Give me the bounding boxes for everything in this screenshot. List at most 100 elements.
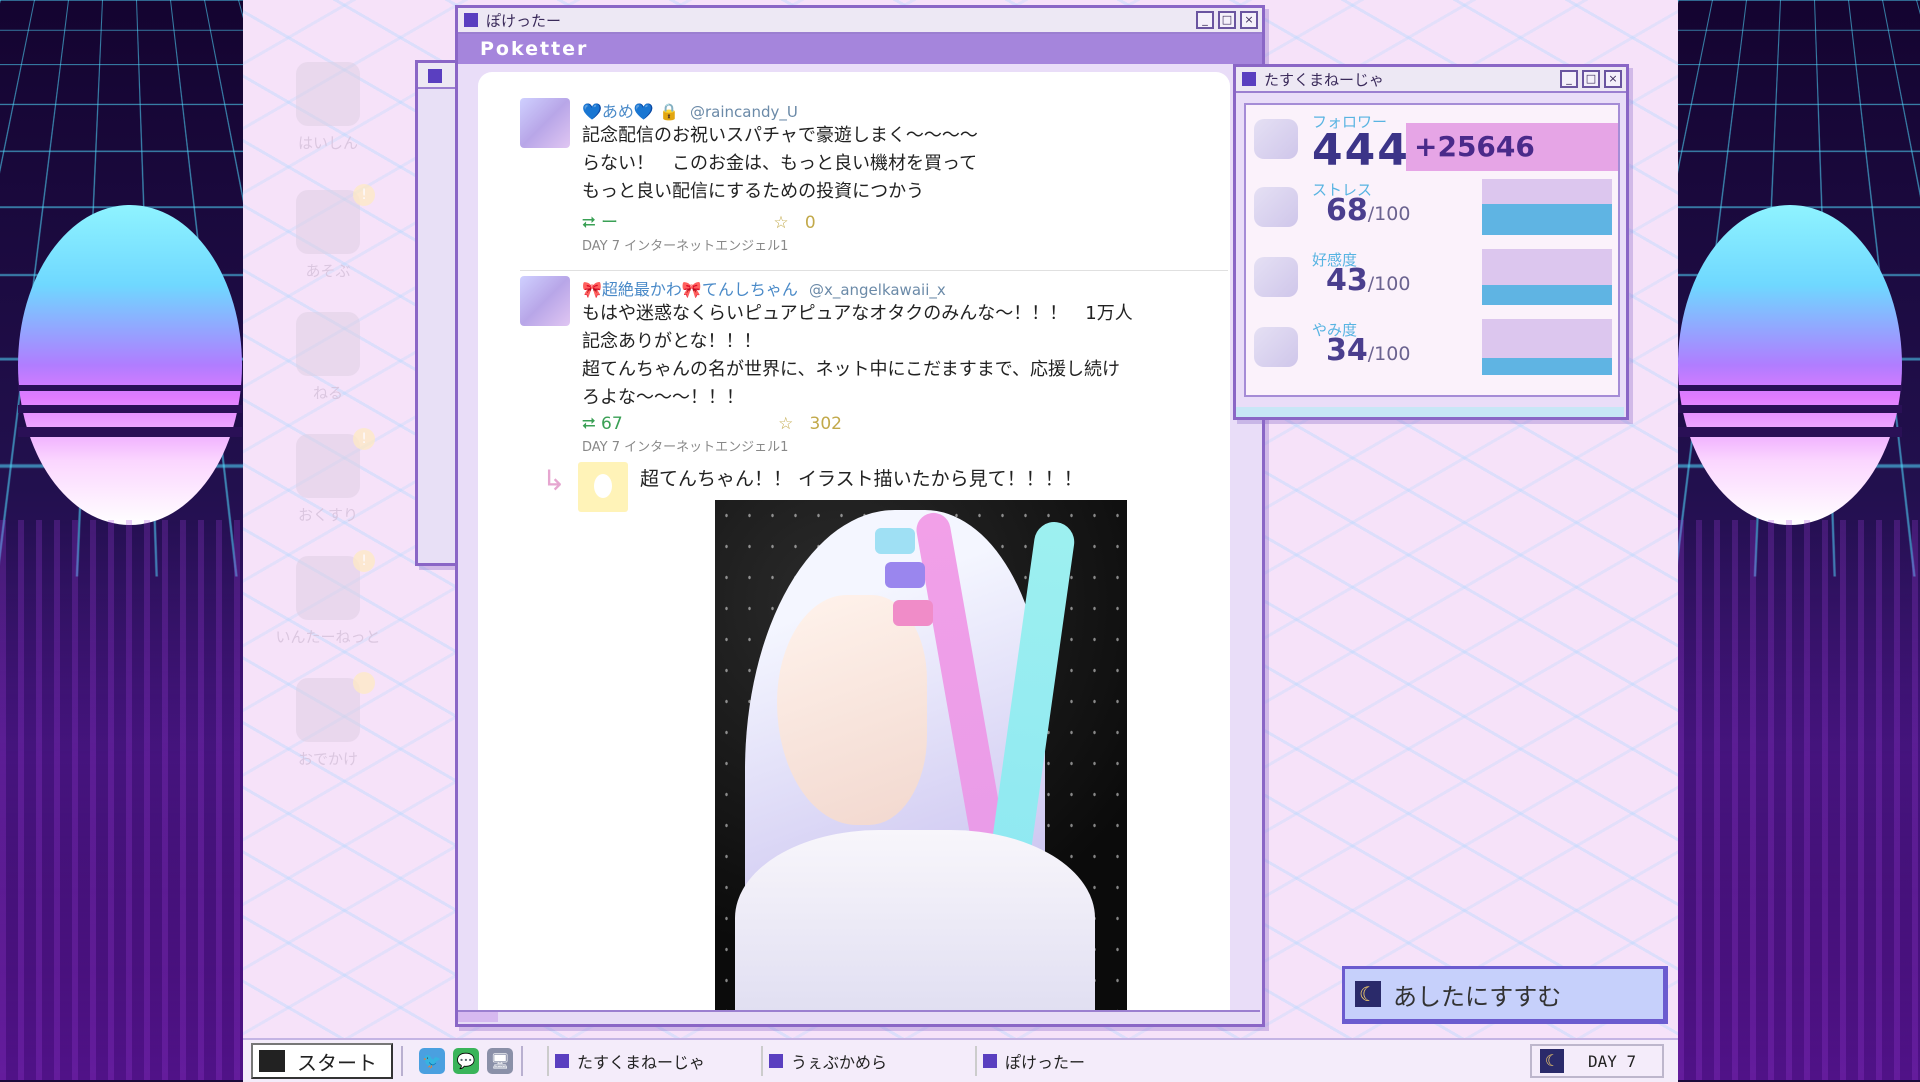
darkness-icon	[1254, 327, 1298, 367]
favorite-count: 0	[804, 213, 816, 233]
favorite-button[interactable]: ☆ 0	[773, 213, 815, 233]
task-label: ぽけったー	[1005, 1053, 1086, 1072]
window-icon	[464, 13, 478, 27]
poketter-titlebar[interactable]: ぽけったー _ □ ×	[458, 8, 1262, 34]
moon-icon: ☾	[1355, 981, 1381, 1007]
followers-row: フォロワー 444 +25646	[1246, 105, 1618, 176]
author-handle: @raincandy_U	[689, 103, 798, 121]
desktop-icon-label: おくすり	[297, 506, 358, 524]
attached-illustration[interactable]	[715, 500, 1127, 1014]
author-handle: @x_angelkawaii_x	[808, 281, 946, 299]
reply-arrow-icon: ↳	[542, 464, 566, 497]
window-title: ぽけったー	[486, 11, 562, 30]
tweet-date: DAY 7 インターネットエンジェル1	[582, 239, 789, 254]
alert-badge	[353, 672, 375, 694]
tweet-stats: ⮂ ー ☆ 0	[582, 208, 1202, 233]
retweet-button[interactable]: ⮂ ー	[582, 213, 618, 233]
retweet-count: 67	[601, 414, 623, 434]
egg-avatar[interactable]	[578, 462, 628, 512]
tweet-author[interactable]: 🎀超絶最かわ🎀てんしちゃん @x_angelkawaii_x	[582, 276, 1202, 300]
controller-icon	[296, 190, 360, 254]
alert-badge: !	[353, 428, 375, 450]
desktop-icon-label: いんたーねっと	[275, 628, 381, 646]
desktop-icon-goout[interactable]: おでかけ	[273, 672, 383, 769]
alert-badge: !	[353, 184, 375, 206]
avatar[interactable]	[520, 276, 570, 326]
next-day-button[interactable]: ☾ あしたにすすむ	[1342, 966, 1668, 1024]
tweet-date: DAY 7 インターネットエンジェル1	[582, 440, 789, 455]
desktop-icon-label: あそぶ	[305, 262, 351, 280]
avatar[interactable]	[520, 98, 570, 148]
followers-delta: +25646	[1406, 123, 1618, 171]
bird-icon[interactable]: 🐦	[419, 1048, 445, 1074]
desktop-icon-label: ねる	[312, 384, 343, 402]
stat-bar	[1482, 319, 1612, 375]
retweet-count: ー	[601, 213, 619, 233]
maximize-button[interactable]: □	[1218, 11, 1236, 29]
tweet-stats: ⮂ 67 ☆ 302	[582, 414, 1202, 434]
star-icon: ☆	[778, 414, 794, 434]
window-icon	[769, 1054, 783, 1068]
author-name: 🎀超絶最かわ🎀てんしちゃん	[582, 280, 798, 299]
poketter-window[interactable]: ぽけったー _ □ × Poketter 💙あめ💙 🔒 @raincandy_U…	[455, 5, 1265, 1027]
retro-sun-right	[1678, 205, 1902, 525]
start-logo-icon	[259, 1050, 285, 1072]
desktop-icon-internet[interactable]: ! いんたーねっと	[273, 550, 383, 647]
desktop-icon-play[interactable]: ! あそぶ	[273, 184, 383, 281]
desktop-icon-medicine[interactable]: ! おくすり	[273, 428, 383, 525]
stress-row: ストレス 68/100	[1246, 173, 1618, 239]
timeline[interactable]: 💙あめ💙 🔒 @raincandy_U 記念配信のお祝いスパチャで豪遊しまく～～…	[478, 72, 1230, 1014]
taskbar: スタート 🐦 💬 🖥 たすくまねーじゃ うぇぶかめら ぽけったー ☾ DAY 7	[243, 1038, 1678, 1082]
affection-row: 好感度 43/100	[1246, 243, 1618, 309]
magnifier-icon	[296, 556, 360, 620]
start-button[interactable]: スタート	[251, 1043, 393, 1079]
task-poketter[interactable]: ぽけったー	[975, 1046, 1173, 1076]
desktop-icon-label: はいしん	[297, 134, 358, 152]
pill-icon	[296, 434, 360, 498]
task-label: たすくまねーじゃ	[577, 1053, 706, 1072]
moon-icon: ☾	[1540, 1049, 1564, 1073]
monitor-icon[interactable]: 🖥	[487, 1048, 513, 1074]
left-scenery	[0, 0, 243, 1080]
divider	[520, 270, 1228, 271]
author-name: 💙あめ💙	[582, 102, 654, 121]
tweet-author[interactable]: 💙あめ💙 🔒 @raincandy_U	[582, 98, 1202, 122]
followers-icon	[1254, 119, 1298, 159]
close-button[interactable]: ×	[1240, 11, 1258, 29]
darkness-row: やみ度 34/100	[1246, 313, 1618, 379]
task-taskmanager[interactable]: たすくまねーじゃ	[547, 1046, 745, 1076]
stat-value: 43/100	[1326, 263, 1411, 298]
retweet-button[interactable]: ⮂ 67	[582, 414, 623, 434]
window-icon	[983, 1054, 997, 1068]
day-indicator: ☾ DAY 7	[1530, 1044, 1664, 1078]
task-webcam[interactable]: うぇぶかめら	[761, 1046, 959, 1076]
stat-value: 68/100	[1326, 193, 1411, 228]
app-header: Poketter	[458, 34, 1262, 64]
desktop-icon-stream[interactable]: はいしん	[273, 62, 383, 153]
chat-icon[interactable]: 💬	[453, 1048, 479, 1074]
lock-icon: 🔒	[658, 102, 679, 121]
horizontal-scrollbar[interactable]	[458, 1010, 1260, 1024]
favorite-button[interactable]: ☆ 302	[778, 414, 842, 434]
tweet-text: もはや迷惑なくらいピュアピュアなオタクのみんな～！！！ 1万人 記念ありがとな！…	[582, 303, 1133, 408]
star-icon: ☆	[773, 213, 789, 233]
close-button[interactable]: ×	[1604, 70, 1622, 88]
affection-icon	[1254, 257, 1298, 297]
taskmanager-window[interactable]: たすくまねーじゃ _ □ × フォロワー 444 +25646 ストレス 68/…	[1233, 64, 1629, 420]
retweet-icon: ⮂	[582, 213, 596, 233]
retro-sun-left	[18, 205, 242, 525]
taskmanager-titlebar[interactable]: たすくまねーじゃ _ □ ×	[1236, 67, 1626, 93]
start-label: スタート	[297, 1050, 377, 1075]
minimize-button[interactable]: _	[1560, 70, 1578, 88]
minimize-button[interactable]: _	[1196, 11, 1214, 29]
desktop-icon-label: おでかけ	[297, 750, 358, 768]
desktop-icon-sleep[interactable]: ねる	[273, 312, 383, 403]
stream-icon	[296, 62, 360, 126]
right-scenery	[1678, 0, 1920, 1080]
quote-text: 超てんちゃん！！ イラスト描いたから見て！！！！	[640, 468, 1083, 490]
horizontal-scrollbar[interactable]	[1236, 407, 1624, 417]
stat-bar	[1482, 179, 1612, 235]
next-day-label: あしたにすすむ	[1393, 982, 1562, 1011]
maximize-button[interactable]: □	[1582, 70, 1600, 88]
window-icon	[1242, 72, 1256, 86]
